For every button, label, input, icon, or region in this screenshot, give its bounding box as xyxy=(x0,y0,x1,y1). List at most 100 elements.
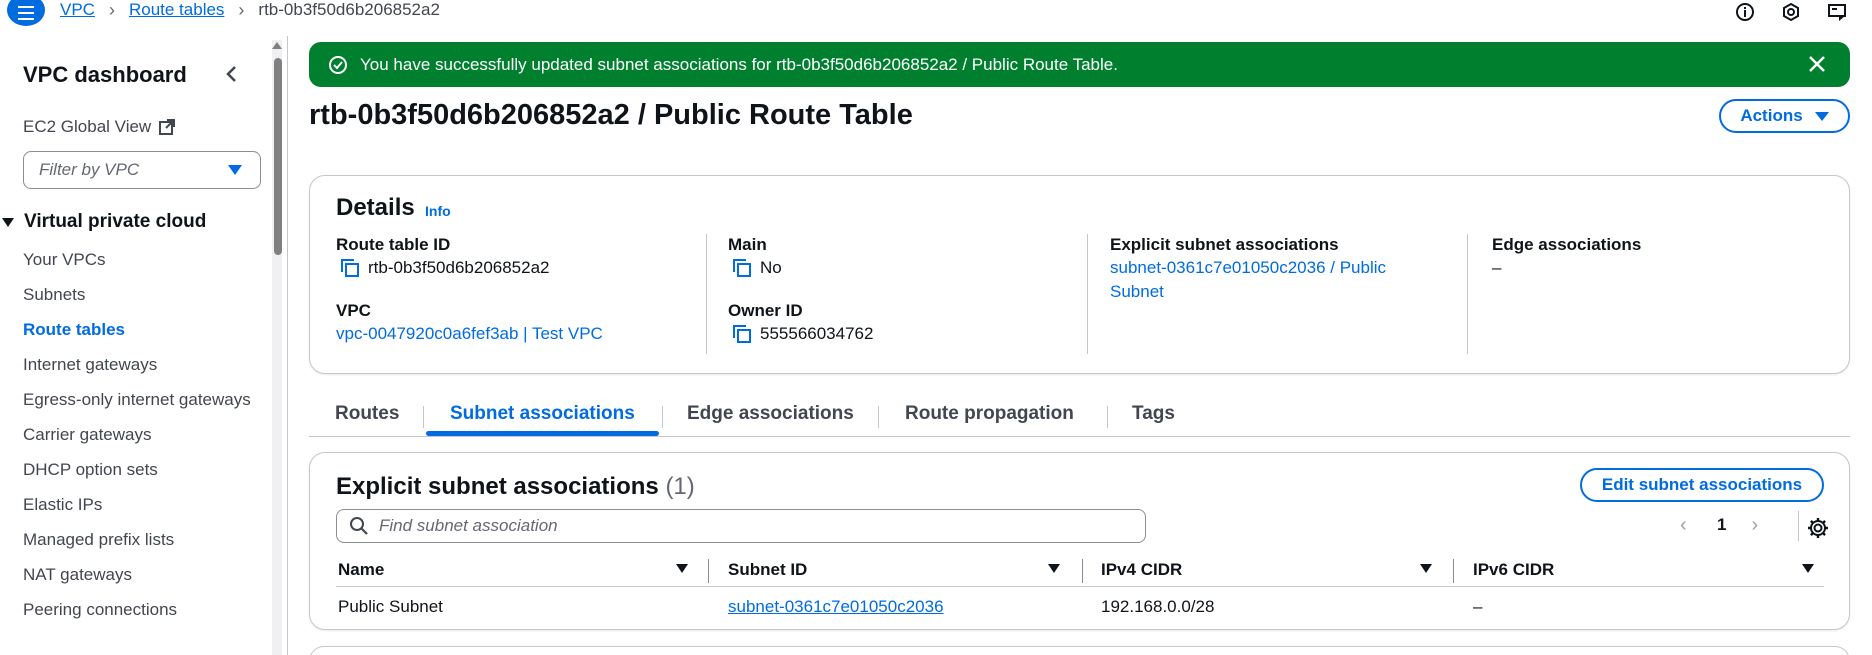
close-icon[interactable] xyxy=(1806,53,1828,75)
info-link[interactable]: Info xyxy=(425,203,451,219)
edit-subnet-associations-button[interactable]: Edit subnet associations xyxy=(1580,468,1824,502)
route-table-id-value: rtb-0b3f50d6b206852a2 xyxy=(336,256,696,280)
table-header: Name Subnet ID IPv4 CIDR IPv6 CIDR xyxy=(336,551,1824,587)
sidebar-item-dhcp-option-sets[interactable]: DHCP option sets xyxy=(23,458,253,482)
sidebar: VPC dashboard EC2 Global View Filter by … xyxy=(0,36,288,655)
route-table-id-text: rtb-0b3f50d6b206852a2 xyxy=(368,258,550,277)
chevron-right-icon: › xyxy=(238,0,245,20)
subnet-assoc-title: Explicit subnet associations xyxy=(336,473,659,500)
sidebar-title: VPC dashboard xyxy=(23,62,187,87)
chevron-right-icon[interactable]: › xyxy=(1751,515,1763,535)
details-panel: Details Info Route table ID rtb-0b3f50d6… xyxy=(309,175,1850,374)
pagination: ‹ 1 › xyxy=(1680,515,1763,535)
sort-icon[interactable] xyxy=(676,564,688,573)
breadcrumb-route-tables[interactable]: Route tables xyxy=(129,0,224,20)
sidebar-item-elastic-ips[interactable]: Elastic IPs xyxy=(23,493,253,517)
caret-down-icon xyxy=(1814,111,1829,121)
owner-id-text: 555566034762 xyxy=(760,324,874,343)
column-divider[interactable] xyxy=(1453,559,1454,583)
actions-button[interactable]: Actions xyxy=(1719,99,1850,133)
copy-icon[interactable] xyxy=(732,324,752,344)
column-header-ipv4-cidr[interactable]: IPv4 CIDR xyxy=(1101,560,1182,580)
table-row: Public Subnet subnet-0361c7e01050c2036 1… xyxy=(336,587,1824,625)
info-circle-icon[interactable] xyxy=(1734,1,1756,23)
copy-icon[interactable] xyxy=(340,258,360,278)
sidebar-item-carrier-gateways[interactable]: Carrier gateways xyxy=(23,423,253,447)
success-flash-banner: You have successfully updated subnet ass… xyxy=(309,42,1850,87)
ec2-global-view-link[interactable]: EC2 Global View xyxy=(23,117,176,137)
details-divider xyxy=(1087,234,1088,354)
main-value: No xyxy=(728,256,1088,280)
copy-icon[interactable] xyxy=(732,258,752,278)
chevron-right-icon: › xyxy=(108,0,115,20)
sidebar-item-egress-only-gateways[interactable]: Egress-only internet gateways xyxy=(23,388,253,412)
search-placeholder: Find subnet association xyxy=(379,516,558,535)
menu-icon xyxy=(18,4,34,22)
sidebar-item-subnets[interactable]: Subnets xyxy=(23,283,253,307)
menu-button[interactable] xyxy=(7,0,45,26)
column-header-ipv6-cidr[interactable]: IPv6 CIDR xyxy=(1473,560,1554,580)
sidebar-item-nat-gateways[interactable]: NAT gateways xyxy=(23,563,253,587)
tab-divider xyxy=(423,406,424,428)
sidebar-item-managed-prefix-lists[interactable]: Managed prefix lists xyxy=(23,528,253,552)
subnet-assoc-heading: Explicit subnet associations (1) xyxy=(336,473,695,501)
tab-divider xyxy=(662,406,663,428)
explicit-subnet-associations-panel: Explicit subnet associations (1) Edit su… xyxy=(309,452,1850,630)
sidebar-item-internet-gateways[interactable]: Internet gateways xyxy=(23,353,253,377)
active-tab-indicator xyxy=(426,431,659,436)
ec2-global-view-label: EC2 Global View xyxy=(23,117,152,136)
tab-divider xyxy=(1107,406,1108,428)
breadcrumb: VPC › Route tables › rtb-0b3f50d6b206852… xyxy=(60,0,440,20)
breadcrumb-current: rtb-0b3f50d6b206852a2 xyxy=(258,0,440,19)
find-subnet-association-input[interactable]: Find subnet association xyxy=(336,509,1146,543)
owner-id-label: Owner ID xyxy=(728,301,803,320)
column-divider[interactable] xyxy=(708,559,709,583)
vpc-link[interactable]: vpc-0047920c0a6fef3ab | Test VPC xyxy=(336,322,696,346)
collapse-sidebar-icon[interactable] xyxy=(224,64,238,90)
hexagon-settings-icon[interactable] xyxy=(1780,1,1802,23)
edge-assoc-value: – xyxy=(1492,258,1502,277)
actions-label: Actions xyxy=(1740,106,1803,125)
tab-divider xyxy=(878,406,879,428)
sort-icon[interactable] xyxy=(1048,564,1060,573)
tab-routes[interactable]: Routes xyxy=(335,403,399,425)
sidebar-nav-list: Your VPCs Subnets Route tables Internet … xyxy=(23,248,253,622)
feedback-icon[interactable] xyxy=(1826,1,1848,23)
column-divider[interactable] xyxy=(1082,559,1083,583)
sort-icon[interactable] xyxy=(1420,564,1432,573)
gear-icon[interactable] xyxy=(1806,516,1830,540)
sidebar-item-your-vpcs[interactable]: Your VPCs xyxy=(23,248,253,272)
filter-by-vpc-select[interactable]: Filter by VPC xyxy=(23,151,261,189)
details-divider xyxy=(1467,234,1468,354)
subnet-assoc-count: (1) xyxy=(665,473,695,500)
column-header-name[interactable]: Name xyxy=(338,560,384,580)
main-label: Main xyxy=(728,235,767,254)
next-panel-edge xyxy=(309,646,1850,655)
chevron-left-icon[interactable]: ‹ xyxy=(1680,515,1692,535)
tab-subnet-associations[interactable]: Subnet associations xyxy=(450,403,635,425)
column-header-subnet-id[interactable]: Subnet ID xyxy=(728,560,807,580)
tab-edge-associations[interactable]: Edge associations xyxy=(687,403,854,425)
cell-subnet-id-link[interactable]: subnet-0361c7e01050c2036 xyxy=(728,597,944,617)
breadcrumb-vpc[interactable]: VPC xyxy=(60,0,95,20)
explicit-assoc-link-line2[interactable]: Subnet xyxy=(1110,280,1450,304)
scroll-up-icon[interactable] xyxy=(272,42,282,49)
edge-assoc-label: Edge associations xyxy=(1492,235,1642,254)
sidebar-item-route-tables[interactable]: Route tables xyxy=(23,318,253,342)
tab-tags[interactable]: Tags xyxy=(1132,403,1175,425)
pager-divider xyxy=(1798,511,1799,541)
page-number[interactable]: 1 xyxy=(1717,515,1726,535)
check-circle-icon xyxy=(329,55,347,74)
sidebar-scrollbar-thumb[interactable] xyxy=(274,58,282,255)
tab-route-propagation[interactable]: Route propagation xyxy=(905,403,1074,425)
sidebar-item-peering-connections[interactable]: Peering connections xyxy=(23,598,253,622)
details-col-4: Edge associations – xyxy=(1492,234,1792,354)
sort-icon[interactable] xyxy=(1802,564,1814,573)
top-navigation: VPC › Route tables › rtb-0b3f50d6b206852… xyxy=(0,0,1872,26)
section-label: Virtual private cloud xyxy=(24,211,207,232)
section-virtual-private-cloud[interactable]: Virtual private cloud xyxy=(0,211,206,233)
tab-bar: Routes Subnet associations Edge associat… xyxy=(309,393,1850,437)
details-divider xyxy=(706,234,707,354)
explicit-assoc-link-line1[interactable]: subnet-0361c7e01050c2036 / Public xyxy=(1110,256,1450,280)
details-col-3: Explicit subnet associations subnet-0361… xyxy=(1110,234,1450,354)
